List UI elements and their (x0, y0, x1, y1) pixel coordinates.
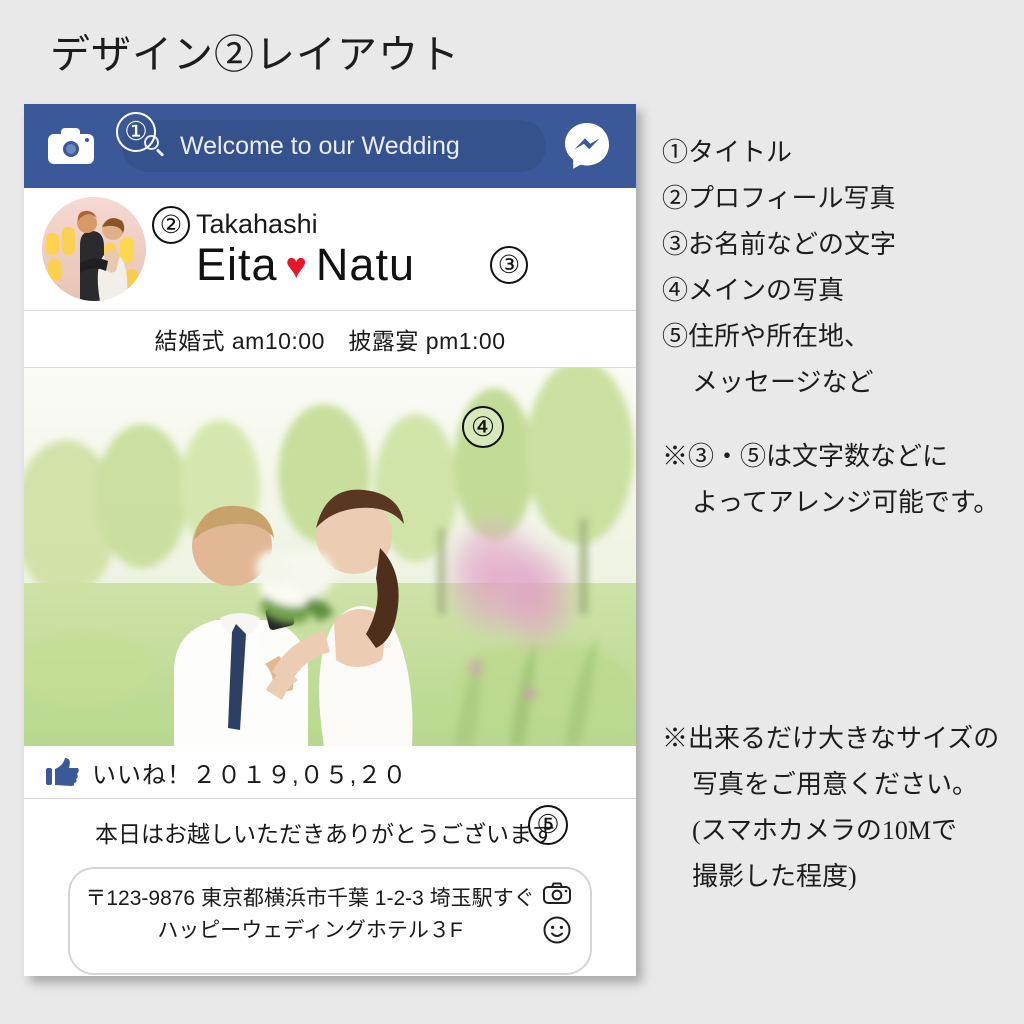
couple-names: Eita ♥ Natu (196, 241, 415, 288)
marker-4: ④ (462, 406, 504, 448)
profile-row: ② Takahashi Eita ♥ Natu ③ (24, 188, 636, 311)
first-name-right: Natu (315, 239, 415, 291)
thumbs-up-icon[interactable] (46, 757, 80, 787)
heart-icon: ♥ (285, 245, 308, 287)
smiley-face-icon[interactable] (542, 915, 572, 945)
address-icons (542, 879, 572, 945)
schedule-row: 結婚式 am10:00 披露宴 pm1:00 (24, 311, 636, 368)
messenger-icon[interactable] (562, 121, 612, 171)
note-2-line-2: 写真をご用意ください。 (692, 770, 979, 799)
legend-item-5: ⑤住所や所在地、 (662, 322, 871, 351)
legend-item-2: ②プロフィール写真 (662, 184, 896, 213)
phone-mockup-card: ① Welcome to our Wedding ② Takahashi Eit… (24, 104, 636, 976)
marker-3: ③ (490, 246, 528, 284)
name-block: Takahashi Eita ♥ Natu (196, 208, 415, 289)
legend-list: ①タイトル ②プロフィール写真 ③お名前などの文字 ④メインの写真 ⑤住所や所在… (662, 140, 1018, 416)
like-text: いいね！２０１９,０５,２０ (92, 761, 408, 789)
note-2-line-3: (スマホカメラの10Mで (692, 816, 957, 845)
note-block-photo-size: ※出来るだけ大きなサイズの 写真をご用意ください。 (スマホカメラの10Mで 撮… (662, 726, 1018, 910)
search-input-value: Welcome to our Wedding (180, 131, 460, 160)
search-input[interactable]: Welcome to our Wedding (122, 120, 546, 172)
marker-2: ② (152, 206, 190, 244)
main-photo[interactable]: ④ (24, 368, 636, 746)
address-box[interactable]: 〒123-9876 東京都横浜市千葉 1-2-3 埼玉駅すぐ ハッピーウェディン… (68, 867, 592, 975)
legend-item-1: ①タイトル (662, 138, 793, 167)
legend-item-3: ③お名前などの文字 (662, 230, 897, 259)
message-area: ⑤ 本日はお越しいただきありがとうございます 〒123-9876 東京都横浜市千… (24, 799, 636, 975)
camera-icon[interactable] (542, 879, 572, 909)
page-title: デザイン②レイアウト (50, 32, 460, 77)
address-line-2: ハッピーウェディングホテル３F (157, 918, 463, 942)
marker-1: ① (116, 112, 156, 152)
first-name-left: Eita (196, 239, 278, 291)
app-header-bar: ① Welcome to our Wedding (24, 104, 636, 188)
legend-item-4: ④メインの写真 (662, 276, 845, 305)
camera-icon[interactable] (48, 128, 94, 164)
note-1-line-2: よってアレンジ可能です。 (692, 488, 1000, 517)
note-2-line-1: ※出来るだけ大きなサイズの (662, 724, 1000, 753)
address-line-1: 〒123-9876 東京都横浜市千葉 1-2-3 埼玉駅すぐ (85, 887, 535, 910)
avatar[interactable] (42, 197, 146, 301)
marker-5: ⑤ (528, 805, 568, 845)
note-2-line-4: 撮影した程度) (692, 862, 857, 891)
surname-text: Takahashi (196, 208, 318, 239)
schedule-text: 結婚式 am10:00 披露宴 pm1:00 (154, 328, 506, 354)
legend-item-5-continued: メッセージなど (692, 368, 874, 397)
like-row: いいね！２０１９,０５,２０ (24, 746, 636, 799)
note-1-line-1: ※③・⑤は文字数などに (662, 442, 949, 471)
note-block-arrange: ※③・⑤は文字数などに よってアレンジ可能です。 (662, 444, 1018, 536)
